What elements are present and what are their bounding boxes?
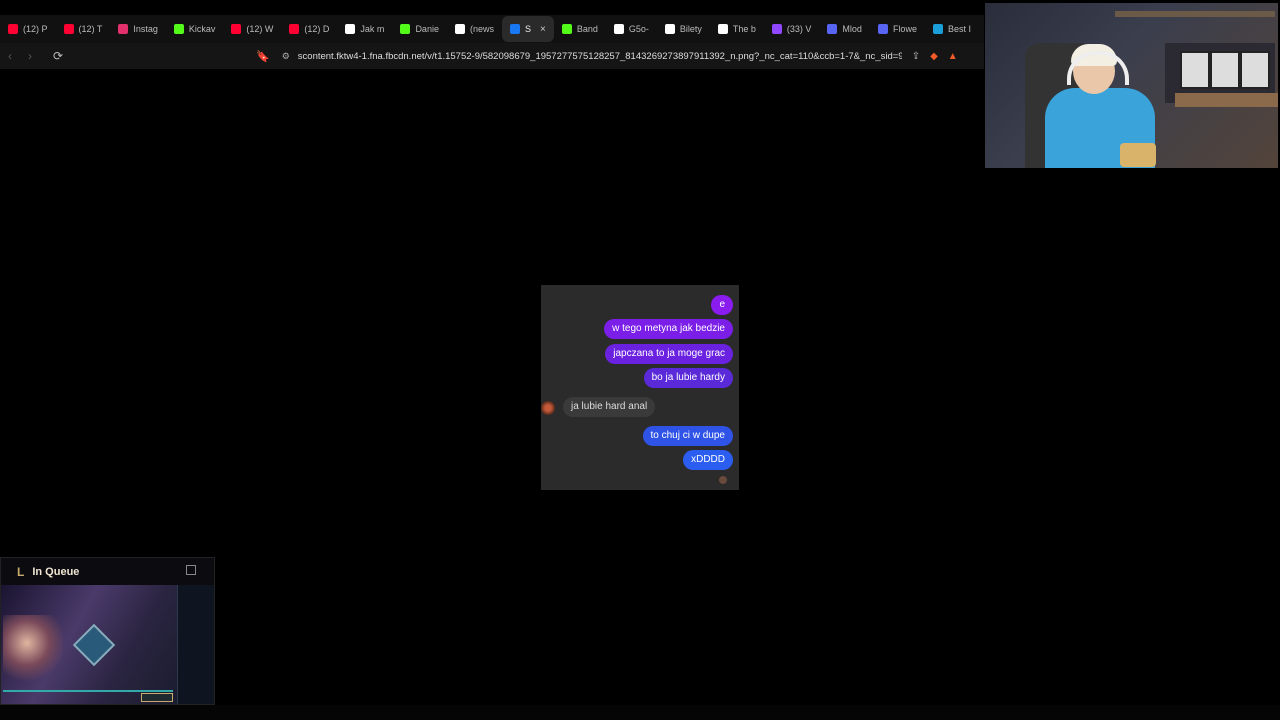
diamond-icon [717,24,728,34]
instagram-icon [118,24,129,34]
tab-label: Band [576,24,598,34]
tab-label: S [524,24,531,34]
kick-icon [173,24,184,34]
youtube-icon [8,24,18,34]
find-match-button [141,693,173,702]
chat-message: e [711,295,733,315]
tab-17[interactable]: Best I [925,16,979,42]
app-icon [827,24,838,34]
tab-label: (12) W [246,24,274,34]
tab-label: Mlod [842,24,862,34]
reload-icon[interactable]: ⟳ [48,49,68,63]
tab-label: (12) P [23,24,48,34]
site-info-icon[interactable]: ⚙ [282,51,290,62]
kick-icon [561,24,572,34]
chat-message: w tego metyna jak bedzie [604,319,733,339]
chat-message: ja lubie hard anal [563,397,656,417]
url-text: scontent.fktw4-1.fna.fbcdn.net/v/t1.1575… [297,50,902,62]
chat-message: bo ja lubie hardy [643,368,733,388]
chat-message: japczana to ja moge grac [605,344,733,364]
tab-label: Jak m [360,24,385,34]
tab-10[interactable]: Band [554,16,606,42]
tab-16[interactable]: Flowe [870,16,925,42]
tab-14[interactable]: (33) V [764,16,820,42]
x-icon [613,24,624,34]
tab-9[interactable]: S × [501,16,554,42]
tab-6[interactable]: Jak m [337,16,392,42]
tab-0[interactable]: (12) P [0,16,56,42]
popout-icon[interactable] [186,565,196,575]
back-icon[interactable]: ‹ [0,49,20,63]
tab-label: Best I [947,24,971,34]
tab-bar: (12) P (12) T Instag Kickav (12) W (12) D Jak … [0,15,984,43]
tab-label: Flowe [892,24,917,34]
l-icon [932,24,943,34]
tab-2[interactable]: Instag [110,16,166,42]
brave-rewards-icon[interactable]: ▲ [948,51,958,62]
chat-message: xDDDD [683,450,733,470]
seen-avatar-icon [719,476,727,484]
tab-3[interactable]: Kickav [166,16,224,42]
twitch-icon [771,24,782,34]
avatar [541,401,555,415]
tab-7[interactable]: Danie [392,16,447,42]
tab-label: (12) T [78,24,103,34]
b-icon [664,24,675,34]
tab-8[interactable]: (news [447,16,502,42]
close-tab-icon[interactable]: × [540,24,546,35]
tab-label: Kickav [188,24,216,34]
youtube-icon [289,24,300,34]
friends-panel [177,585,214,704]
league-logo-icon: L [17,564,25,579]
forward-icon[interactable]: › [20,49,40,63]
webcam-overlay [985,3,1278,168]
rank-emblem-icon [72,623,116,667]
tab-1[interactable]: (12) T [56,16,111,42]
x-icon [454,24,465,34]
tab-label: (news [469,24,494,34]
tab-label: Danie [415,24,439,34]
bottom-bar [0,705,1280,720]
chat-screenshot: e w tego metyna jak bedzie japczana to ja … [541,285,739,490]
tab-12[interactable]: Bilety [657,16,710,42]
app-icon [877,24,888,34]
youtube-icon [63,24,74,34]
tab-4[interactable]: (12) W [223,16,281,42]
tab-label: (33) V [786,24,812,34]
tab-13[interactable]: The b [710,16,764,42]
tab-label: (12) D [304,24,330,34]
browser-toolbar: ‹ › ⟳ 🔖 ⚙ scontent.fktw4-1.fna.fbcdn.net… [0,43,984,69]
facebook-icon [509,24,520,34]
share-icon[interactable]: ⇪ [912,51,920,62]
client-preview [1,585,214,704]
chat-message: to chuj ci w dupe [642,426,733,446]
brave-shields-icon[interactable]: ◆ [930,51,938,62]
tab-15[interactable]: Mlod [819,16,870,42]
tab-label: Instag [133,24,158,34]
kick-icon [400,24,411,34]
youtube-icon [231,24,242,34]
tab-label: Bilety [679,24,702,34]
bookmark-icon[interactable]: 🔖 [256,50,270,63]
lol-queue-widget: L In Queue [0,557,215,705]
tiktok-icon [345,24,356,34]
tab-11[interactable]: G5o- [606,16,657,42]
tab-label: G5o- [628,24,649,34]
tab-5[interactable]: (12) D [281,16,337,42]
tab-label: The b [732,24,756,34]
queue-title: In Queue [32,565,80,578]
address-bar[interactable]: ⚙ scontent.fktw4-1.fna.fbcdn.net/v/t1.15… [282,51,902,62]
